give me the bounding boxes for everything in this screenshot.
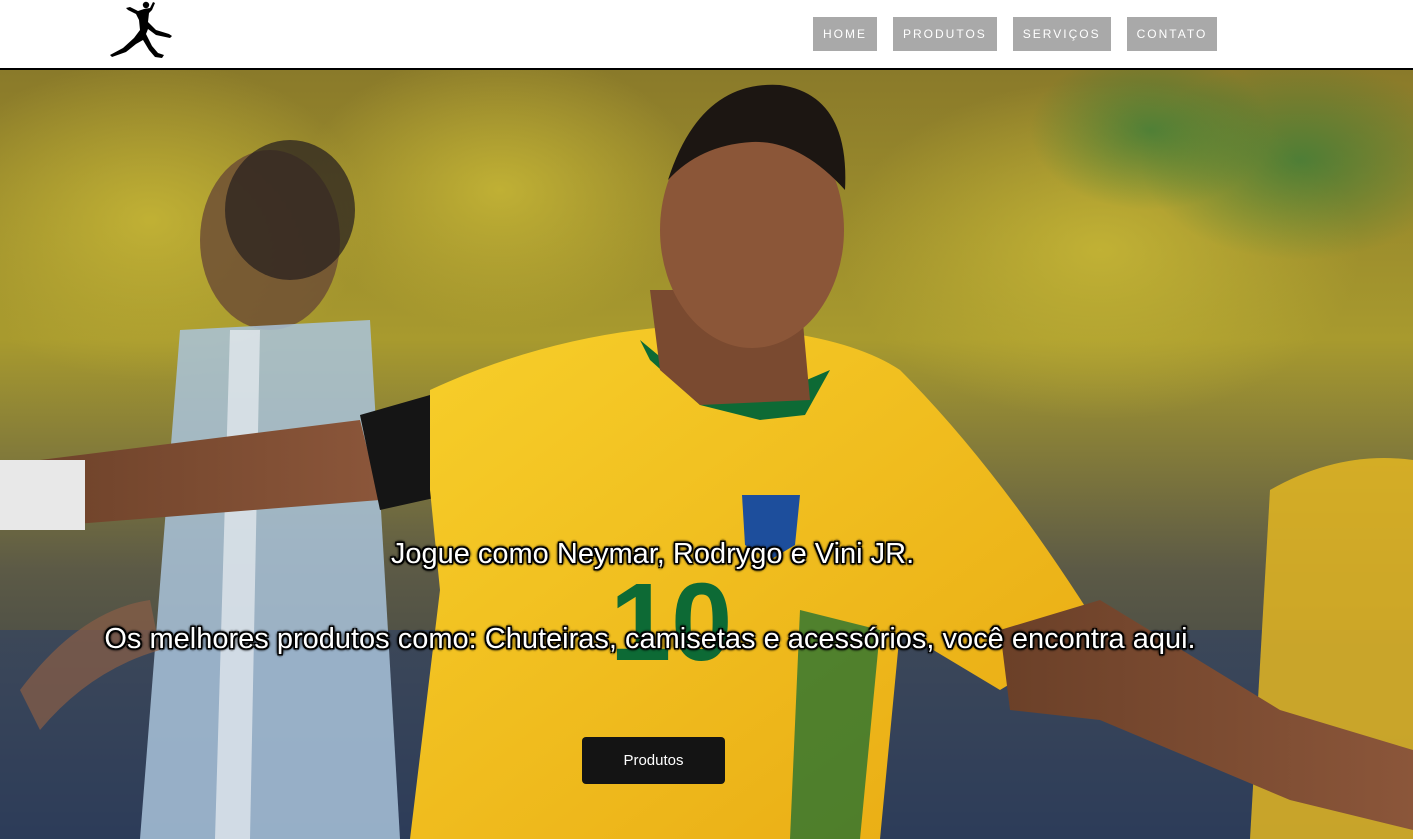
site-header: HOME PRODUTOS SERVIÇOS CONTATO xyxy=(0,0,1413,70)
jumpman-logo-icon[interactable] xyxy=(106,0,176,62)
main-nav: HOME PRODUTOS SERVIÇOS CONTATO xyxy=(813,17,1218,51)
nav-home[interactable]: HOME xyxy=(813,17,877,51)
nav-contato[interactable]: CONTATO xyxy=(1126,17,1218,51)
produtos-button[interactable]: Produtos xyxy=(582,737,725,784)
nav-produtos[interactable]: PRODUTOS xyxy=(893,17,997,51)
hero-headline: Jogue como Neymar, Rodrygo e Vini JR. xyxy=(390,538,915,570)
hero-subtitle: Os melhores produtos como: Chuteiras, ca… xyxy=(104,623,1196,655)
nav-servicos[interactable]: SERVIÇOS xyxy=(1012,17,1111,51)
hero-section: 10 Jogue como Neymar, Rodrygo e Vini JR.… xyxy=(0,70,1413,839)
hero-background-photo: 10 xyxy=(0,70,1413,839)
